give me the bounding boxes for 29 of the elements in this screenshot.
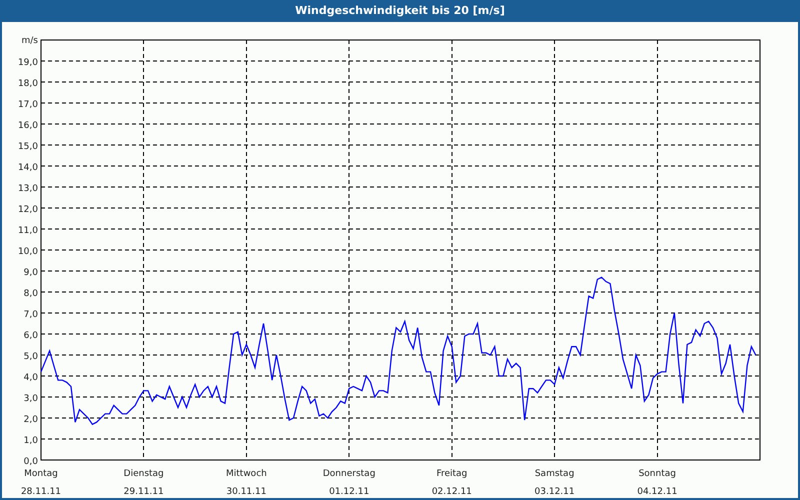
x-axis-label: Mittwoch 30.11.11: [226, 469, 267, 497]
y-axis-label: 9,0: [24, 268, 38, 278]
y-axis-unit: m/s: [22, 36, 38, 46]
y-axis-label: 8,0: [24, 289, 38, 299]
x-axis-label: Samstag 03.12.11: [534, 469, 575, 497]
x-axis-label: Montag 28.11.11: [20, 469, 62, 497]
y-axis-label: 16,0: [18, 121, 38, 131]
y-axis-label: 17,0: [18, 100, 38, 110]
y-axis-label: 12,0: [18, 205, 38, 215]
y-axis-label: 11,0: [18, 226, 38, 236]
y-axis-label: 5,0: [24, 352, 38, 362]
y-axis-label: 6,0: [24, 331, 38, 341]
y-axis-label: 19,0: [18, 58, 38, 68]
x-axis-label: Sonntag 04.12.11: [637, 469, 678, 497]
chart-title: Windgeschwindigkeit bis 20 [m/s]: [295, 2, 505, 19]
y-axis-label: 13,0: [18, 184, 38, 194]
y-axis-label: 15,0: [18, 142, 38, 152]
x-axis-label: Dienstag 29.11.11: [124, 469, 164, 497]
y-axis-label: 14,0: [18, 163, 38, 173]
y-axis-label: 18,0: [18, 79, 38, 89]
y-axis-label: 1,0: [24, 436, 38, 446]
y-axis-label: 4,0: [24, 373, 38, 383]
y-axis-label: 0,0: [24, 457, 38, 467]
x-axis-label: Freitag 02.12.11: [432, 469, 472, 497]
y-axis-label: 10,0: [18, 247, 38, 257]
y-axis-label: 7,0: [24, 310, 38, 320]
x-axis-label: Donnerstag 01.12.11: [322, 469, 376, 497]
y-axis-label: 2,0: [24, 415, 38, 425]
y-axis-label: 3,0: [24, 394, 38, 404]
